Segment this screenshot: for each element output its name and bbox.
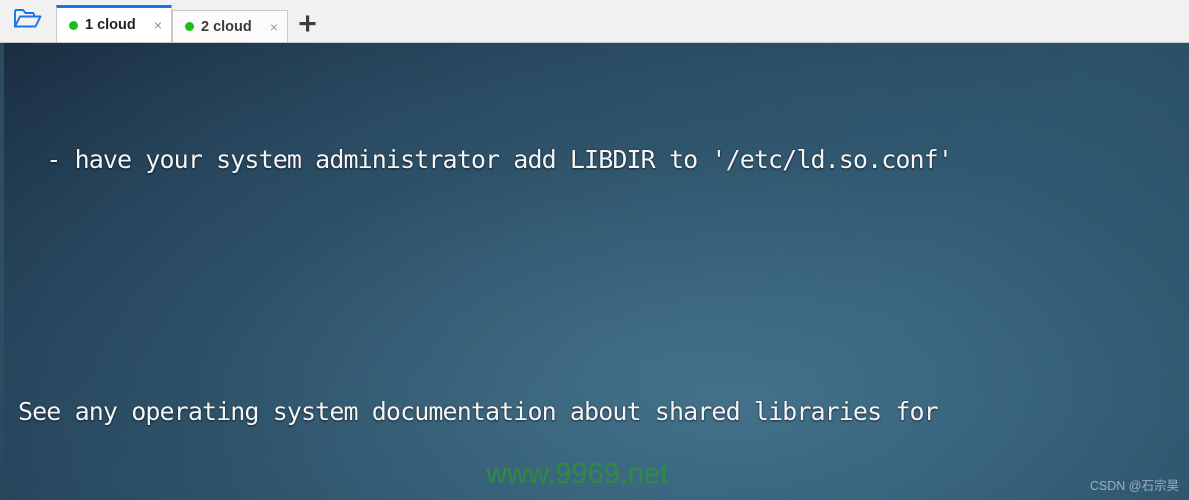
terminal-window: 1 cloud × 2 cloud × - have your system a…: [0, 0, 1189, 500]
tab-1-cloud[interactable]: 1 cloud ×: [56, 5, 172, 42]
tab-label: 2 cloud: [201, 18, 252, 35]
tab-close-icon[interactable]: ×: [144, 18, 162, 32]
terminal-line: - have your system administrator add LIB…: [18, 145, 953, 174]
tab-status-dot-icon: [69, 20, 78, 30]
tab-status-dot-icon: [185, 22, 194, 31]
terminal-output: - have your system administrator add LIB…: [0, 43, 1189, 500]
terminal-body[interactable]: - have your system administrator add LIB…: [0, 43, 1189, 500]
terminal-line: See any operating system documentation a…: [18, 397, 939, 426]
new-tab-button[interactable]: [288, 10, 326, 42]
tab-bar: 1 cloud × 2 cloud ×: [0, 0, 1189, 43]
tab-label: 1 cloud: [85, 17, 136, 33]
tab-close-icon[interactable]: ×: [260, 20, 278, 34]
tab-2-cloud[interactable]: 2 cloud ×: [172, 10, 288, 42]
open-folder-button[interactable]: [0, 0, 56, 42]
plus-icon: [299, 13, 316, 37]
open-folder-icon: [13, 7, 43, 36]
